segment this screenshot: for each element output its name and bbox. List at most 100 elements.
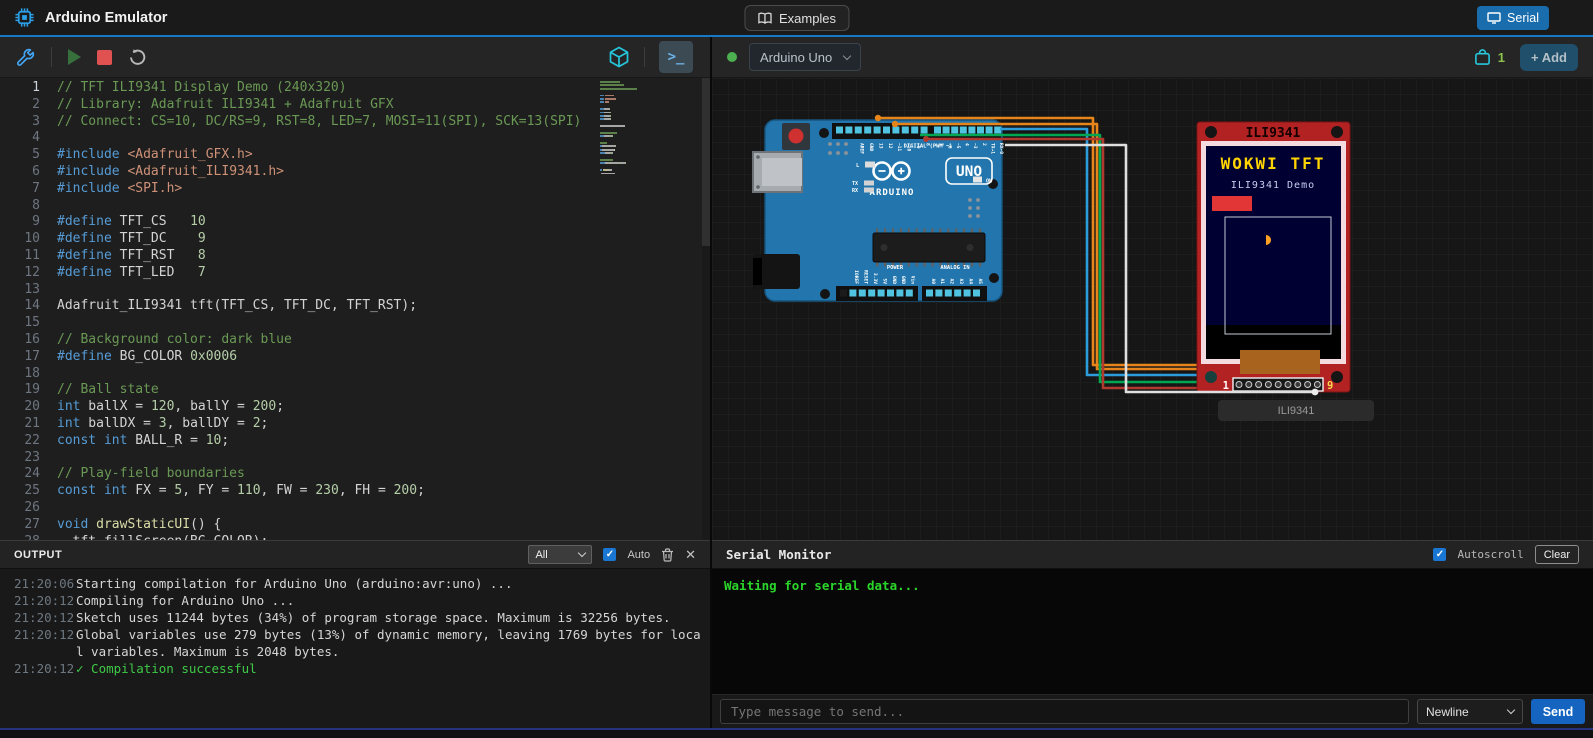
code-line[interactable]: 18 [0, 366, 600, 383]
led-tx [864, 181, 874, 186]
code-line[interactable]: 16// Background color: dark blue [0, 332, 600, 349]
svg-text:Vin: Vin [910, 276, 916, 285]
digital-label: DIGITAL (PWM ~) [904, 144, 953, 150]
auto-label: Auto [627, 549, 650, 561]
code-editor[interactable]: 1// TFT ILI9341 Display Demo (240x320)2/… [0, 78, 710, 540]
clear-serial-button[interactable]: Clear [1535, 545, 1579, 564]
diagram-pane: Arduino Uno 1 + Add [712, 37, 1593, 728]
code-line[interactable]: 19// Ball state [0, 382, 600, 399]
stop-icon [97, 50, 112, 65]
svg-text:A2: A2 [949, 278, 955, 284]
minimap[interactable] [600, 81, 700, 176]
code-lines[interactable]: 1// TFT ILI9341 Display Demo (240x320)2/… [0, 80, 600, 540]
window-bottom-edge [0, 728, 1593, 738]
close-output-button[interactable]: ✕ [685, 547, 696, 563]
serial-waiting-text: Waiting for serial data... [724, 578, 920, 593]
code-line[interactable]: 1// TFT ILI9341 Display Demo (240x320) [0, 80, 600, 97]
code-line[interactable]: 2// Library: Adafruit ILI9341 + Adafruit… [0, 97, 600, 114]
serial-header: Serial Monitor ✓ Autoscroll Clear [712, 541, 1593, 569]
parts-count: 1 [1498, 50, 1505, 65]
chevron-down-icon [578, 549, 586, 557]
board-select-value: Arduino Uno [760, 50, 832, 65]
serial-input-row: Newline Send [712, 694, 1593, 728]
part-tooltip: ILI9341 [1218, 400, 1374, 421]
trash-icon [661, 548, 674, 562]
board-select[interactable]: Arduino Uno [749, 43, 861, 71]
autoscroll-checkbox[interactable]: ✓ [1433, 548, 1446, 561]
display-title: ILI9341 [1246, 126, 1301, 141]
play-icon [68, 49, 81, 65]
3d-view-button[interactable] [608, 46, 630, 68]
log-message: Sketch uses 11244 bytes (34%) of program… [76, 610, 706, 627]
svg-text:A0: A0 [930, 278, 936, 284]
code-line[interactable]: 27void drawStaticUI() { [0, 517, 600, 534]
arduino-wordmark: ARDUINO [870, 188, 915, 198]
svg-text:~3: ~3 [972, 143, 978, 149]
code-line[interactable]: 23 [0, 450, 600, 467]
autoscroll-label: Autoscroll [1457, 548, 1523, 561]
code-line[interactable]: 15 [0, 315, 600, 332]
stop-button[interactable] [97, 50, 112, 65]
led-tx-label: TX [852, 181, 858, 187]
log-timestamp: 21:20:12 [14, 627, 76, 661]
score-bar [1212, 196, 1252, 211]
svg-text:5V: 5V [881, 278, 887, 284]
line-number: 15 [0, 315, 40, 332]
code-line[interactable]: 4 [0, 130, 600, 147]
add-part-button[interactable]: + Add [1520, 44, 1578, 71]
code-line[interactable]: 8 [0, 198, 600, 215]
code-line[interactable]: 3// Connect: CS=10, DC/RS=9, RST=8, LED=… [0, 114, 600, 131]
cube-icon [608, 46, 630, 68]
restart-button[interactable] [128, 48, 147, 67]
brand: Arduino Emulator [14, 7, 167, 28]
code-line[interactable]: 13 [0, 282, 600, 299]
scrollbar-thumb[interactable] [702, 78, 710, 246]
diagram-toolbar: Arduino Uno 1 + Add [712, 37, 1593, 78]
led-rx [864, 188, 874, 193]
log-message: Starting compilation for Arduino Uno (ar… [76, 576, 706, 593]
code-line[interactable]: 9#define TFT_CS 10 [0, 214, 600, 231]
code-line[interactable]: 12#define TFT_LED 7 [0, 265, 600, 282]
tools-button[interactable] [15, 47, 35, 67]
serial-button[interactable]: Serial [1477, 6, 1549, 30]
line-ending-select[interactable]: Newline [1417, 699, 1523, 724]
arduino-uno-part[interactable]: AREFGND1312~11~10~987~6~54~32TX→1RX←0IOR… [753, 120, 1004, 301]
run-button[interactable] [68, 49, 81, 65]
chevron-down-icon [1507, 706, 1515, 714]
ili9341-part[interactable]: ILI9341 WOKWI TFT ILI9341 Demo 1 9 [1197, 122, 1350, 392]
svg-text:A4: A4 [967, 278, 973, 284]
code-line[interactable]: 10#define TFT_DC 9 [0, 231, 600, 248]
editor-scrollbar[interactable] [702, 78, 710, 540]
serial-label: Serial [1507, 11, 1539, 25]
code-line[interactable]: 17#define BG_COLOR 0x0006 [0, 349, 600, 366]
output-filter-select[interactable]: All [528, 545, 592, 564]
code-line[interactable]: 11#define TFT_RST 8 [0, 248, 600, 265]
code-line[interactable]: 21int ballDX = 3, ballDY = 2; [0, 416, 600, 433]
wrench-icon [15, 47, 35, 67]
log-timestamp: 21:20:12 [14, 593, 76, 610]
terminal-toggle-button[interactable]: >_ [659, 41, 693, 73]
circuit-canvas[interactable]: AREFGND1312~11~10~987~6~54~32TX→1RX←0IOR… [712, 78, 1593, 540]
line-number: 8 [0, 198, 40, 215]
editor-pane: >_ 1// TFT ILI9341 Display Demo (240x320… [0, 37, 710, 728]
examples-button[interactable]: Examples [744, 5, 849, 31]
clear-output-button[interactable] [661, 548, 674, 562]
code-line[interactable]: 5#include <Adafruit_GFX.h> [0, 147, 600, 164]
code-line[interactable]: 7#include <SPI.h> [0, 181, 600, 198]
svg-text:A5: A5 [977, 278, 983, 284]
serial-monitor-panel: Serial Monitor ✓ Autoscroll Clear Waitin… [712, 540, 1593, 728]
code-line[interactable]: 14Adafruit_ILI9341 tft(TFT_CS, TFT_DC, T… [0, 298, 600, 315]
serial-message-input[interactable] [720, 699, 1409, 724]
code-line[interactable]: 24// Play-field boundaries [0, 466, 600, 483]
line-number: 9 [0, 214, 40, 231]
status-dot [727, 52, 737, 62]
send-button[interactable]: Send [1531, 699, 1585, 724]
svg-text:~5: ~5 [955, 143, 961, 149]
code-line[interactable]: 6#include <Adafruit_ILI9341.h> [0, 164, 600, 181]
code-line[interactable]: 20int ballX = 120, ballY = 200; [0, 399, 600, 416]
code-line[interactable]: 25const int FX = 5, FY = 110, FW = 230, … [0, 483, 600, 500]
code-line[interactable]: 22const int BALL_R = 10; [0, 433, 600, 450]
parts-bag-icon[interactable] [1474, 49, 1491, 66]
auto-checkbox[interactable]: ✓ [603, 548, 616, 561]
code-line[interactable]: 26 [0, 500, 600, 517]
